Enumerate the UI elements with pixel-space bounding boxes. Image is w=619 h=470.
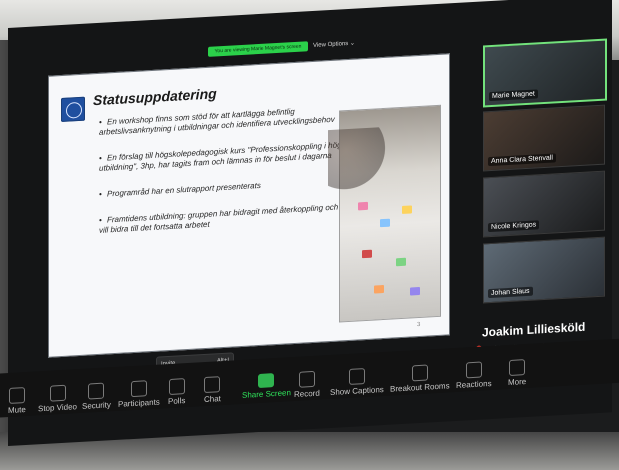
video-camera-icon	[49, 384, 66, 402]
slide-bullet: En workshop finns som stöd för att kartl…	[99, 104, 349, 138]
polls-button[interactable]: Polls	[168, 378, 185, 406]
security-button[interactable]: Security	[82, 382, 111, 411]
record-button[interactable]: Record	[294, 370, 320, 400]
breakout-rooms-button[interactable]: Breakout Rooms	[390, 363, 450, 394]
participant-tile[interactable]: Anna Clara Stenvall	[483, 104, 605, 172]
share-screen-button[interactable]: Share Screen	[242, 372, 291, 400]
breakout-rooms-icon	[411, 364, 428, 382]
participant-tile[interactable]: Nicole Kringos	[483, 170, 605, 238]
sticky-note	[410, 286, 420, 296]
workshop-photo	[339, 104, 441, 323]
microphone-icon	[8, 387, 25, 404]
slide-bullets: En workshop finns som stöd för att kartl…	[99, 104, 349, 252]
screen-share-banner[interactable]: You are viewing Marie Magnet's screen	[208, 41, 308, 57]
more-label: More	[508, 377, 527, 388]
view-options-button[interactable]: View Options ⌄	[313, 39, 355, 51]
university-logo-icon	[61, 96, 85, 123]
sticky-note	[358, 201, 368, 211]
smiley-icon	[465, 361, 482, 379]
participant-name: Marie Magnet	[489, 89, 538, 102]
participant-name: Nicole Kringos	[488, 220, 540, 233]
more-button[interactable]: More	[508, 359, 526, 387]
ellipsis-icon	[509, 359, 526, 376]
participant-name: Johan Slaus	[488, 286, 533, 299]
stop-video-button[interactable]: Stop Video	[38, 384, 77, 413]
shield-icon	[88, 382, 105, 400]
participants-panel: Marie Magnet Anna Clara Stenvall Nicole …	[463, 38, 607, 327]
tv-screen: You are viewing Marie Magnet's screen Vi…	[0, 0, 619, 446]
mute-label: Mute	[8, 405, 26, 415]
reactions-button[interactable]: Reactions	[456, 361, 492, 390]
security-label: Security	[82, 400, 111, 411]
captions-icon	[348, 368, 365, 385]
slide-page-number: 3	[417, 321, 421, 329]
sticky-note	[396, 257, 406, 267]
polls-label: Polls	[168, 396, 186, 407]
participant-tile[interactable]: Johan Slaus	[483, 236, 605, 304]
shared-presentation-slide: Statusuppdatering En workshop finns som …	[48, 53, 450, 358]
slide-bullet: Framtidens utbildning: gruppen har bidra…	[99, 202, 349, 236]
slide-bullet: En förslag till högskolepedagogisk kurs …	[99, 140, 349, 174]
show-captions-button[interactable]: Show Captions	[330, 367, 384, 397]
sticky-note	[402, 205, 412, 214]
sticky-note	[380, 218, 390, 228]
participant-tile[interactable]: Marie Magnet	[483, 38, 607, 108]
record-icon	[298, 370, 315, 388]
record-label: Record	[294, 388, 320, 400]
participants-button[interactable]: Participants	[118, 380, 160, 409]
share-screen-icon	[258, 373, 275, 388]
sticky-note	[374, 284, 384, 294]
slide-title: Statusuppdatering	[93, 85, 217, 109]
participant-name: Anna Clara Stenvall	[488, 153, 556, 167]
chat-button[interactable]: Chat	[204, 376, 221, 404]
sticky-note	[362, 249, 372, 259]
bar-chart-icon	[168, 378, 185, 396]
chat-label: Chat	[204, 394, 221, 405]
slide-bullet: Programråd har en slutrapport presentera…	[99, 176, 349, 200]
people-icon	[130, 380, 147, 398]
mute-button[interactable]: Mute	[8, 387, 26, 415]
chat-bubble-icon	[204, 376, 221, 394]
